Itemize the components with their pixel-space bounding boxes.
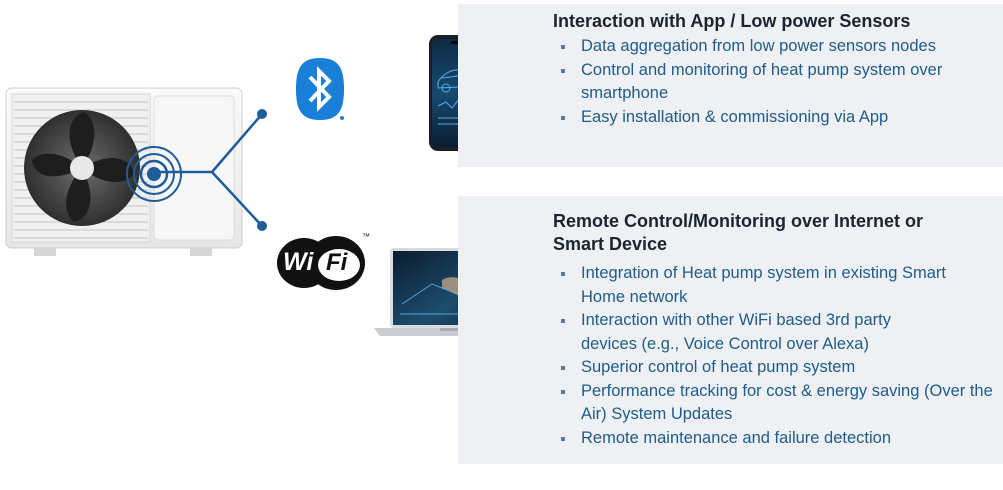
list-item: Remote maintenance and failure detection [557,427,997,451]
app-sensors-title: Interaction with App / Low power Sensors [553,11,911,31]
wifi-logo-fi: Fi [326,249,348,276]
list-item: Performance tracking for cost & energy s… [557,380,1003,427]
list-item: Superior control of heat pump system [557,356,997,380]
list-item: Easy installation & commissioning via Ap… [557,106,977,130]
remote-control-list: Integration of Heat pump system in exist… [557,262,997,450]
list-item: Interaction with other WiFi based 3rd pa… [557,309,941,356]
signal-waves-icon [126,146,182,202]
wifi-logo: Wi Fi ™ [276,232,374,292]
list-item: Integration of Heat pump system in exist… [557,262,961,309]
remote-control-title: Remote Control/Monitoring over Internet … [553,211,924,254]
bluetooth-logo [296,58,344,120]
list-item: Control and monitoring of heat pump syst… [557,59,951,106]
app-sensors-list: Data aggregation from low power sensors … [557,35,977,129]
wifi-logo-tm: ™ [362,232,370,241]
list-item: Data aggregation from low power sensors … [557,35,977,59]
wifi-logo-wi: Wi [283,248,314,276]
